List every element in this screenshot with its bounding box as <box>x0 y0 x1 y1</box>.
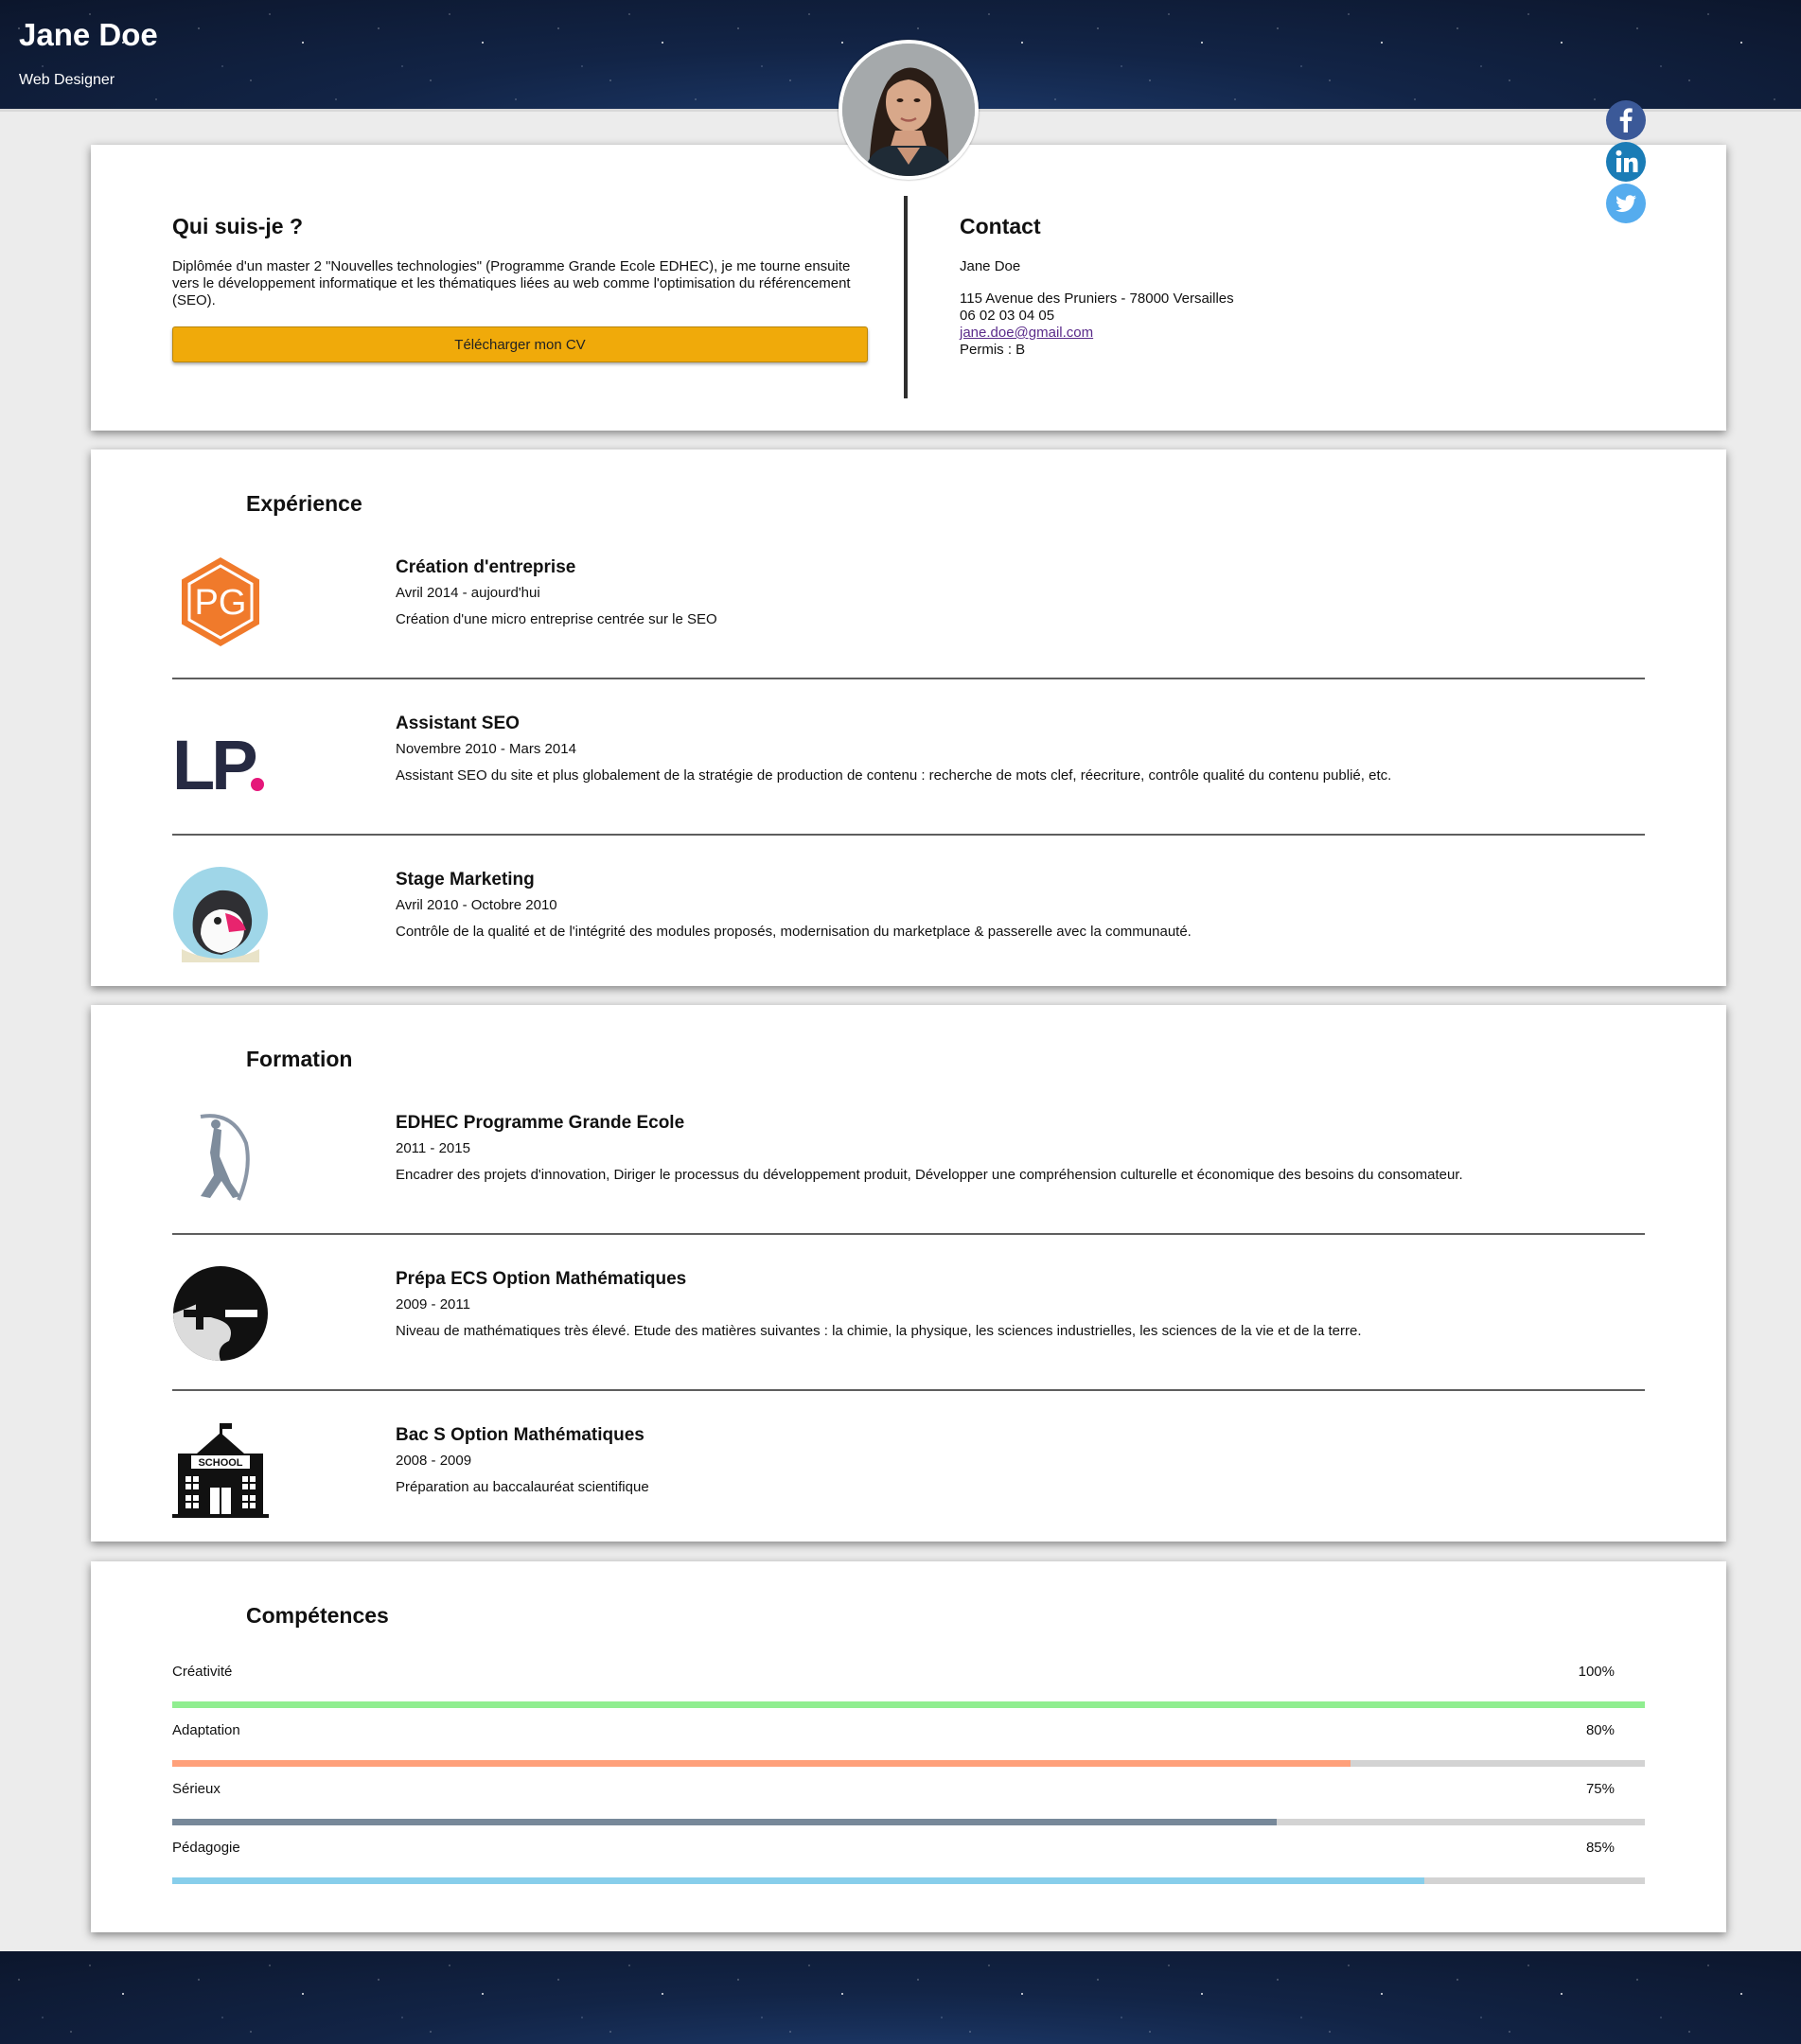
education-dates: 2008 - 2009 <box>396 1453 472 1469</box>
experience-card: Expérience PG Création d'entreprise Avri… <box>91 449 1726 986</box>
experience-title-text: Création d'entreprise <box>396 557 576 577</box>
vertical-divider <box>904 196 908 398</box>
header-name: Jane Doe <box>19 17 158 52</box>
experience-dates: Avril 2010 - Octobre 2010 <box>396 897 557 913</box>
plus-minus-logo <box>172 1265 269 1362</box>
contact-email-link[interactable]: jane.doe@gmail.com <box>960 325 1093 341</box>
skill-label: Sérieux <box>172 1781 221 1797</box>
skill-bar-fill <box>172 1819 1277 1825</box>
school-sign-text: SCHOOL <box>198 1457 242 1469</box>
education-title: Formation <box>246 1047 353 1071</box>
skill-item: Sérieux 75% <box>172 1781 1645 1840</box>
skill-bar-fill <box>172 1760 1351 1767</box>
skill-percent: 75% <box>1585 1781 1615 1797</box>
contact-address: 115 Avenue des Pruniers - 78000 Versaill… <box>960 291 1234 307</box>
svg-text:PG: PG <box>195 583 247 623</box>
skill-label: Créativité <box>172 1664 233 1680</box>
experience-title: Expérience <box>246 491 362 516</box>
education-title-text: Bac S Option Mathématiques <box>396 1425 644 1445</box>
skills-title: Compétences <box>246 1603 389 1628</box>
entry-separator <box>172 834 1645 836</box>
education-item: Prépa ECS Option Mathématiques 2009 - 20… <box>172 1265 1645 1421</box>
skill-bar-track <box>172 1877 1645 1884</box>
skill-percent: 85% <box>1585 1840 1615 1856</box>
skill-bar-track <box>172 1760 1645 1767</box>
education-dates: 2011 - 2015 <box>396 1140 470 1156</box>
experience-desc: Contrôle de la qualité et de l'intégrité… <box>396 924 1192 940</box>
skill-item: Pédagogie 85% <box>172 1840 1645 1898</box>
about-contact-card: Qui suis-je ? Diplômée d'un master 2 "No… <box>91 145 1726 431</box>
profile-avatar <box>839 40 979 180</box>
education-desc: Niveau de mathématiques très élevé. Etud… <box>396 1323 1362 1339</box>
skill-item: Créativité 100% <box>172 1664 1645 1722</box>
contact-email-line: jane.doe@gmail.com <box>960 325 1093 342</box>
experience-dates: Novembre 2010 - Mars 2014 <box>396 741 576 757</box>
skills-card: Compétences Créativité 100% Adaptation 8… <box>91 1561 1726 1932</box>
skill-item: Adaptation 80% <box>172 1722 1645 1781</box>
portrait-photo-icon <box>842 44 975 176</box>
skill-label: Pédagogie <box>172 1840 240 1856</box>
education-item: EDHEC Programme Grande Ecole 2011 - 2015… <box>172 1109 1645 1265</box>
experience-desc: Création d'une micro entreprise centrée … <box>396 611 717 627</box>
entry-separator <box>172 1233 1645 1235</box>
contact-license: Permis : B <box>960 342 1026 358</box>
experience-title-text: Stage Marketing <box>396 870 535 890</box>
download-cv-button[interactable]: Télécharger mon CV <box>172 326 868 362</box>
experience-item: LP Assistant SEO Novembre 2010 - Mars 20… <box>172 710 1645 866</box>
twitter-icon[interactable] <box>1606 184 1646 223</box>
pg-hexagon-logo: PG <box>172 554 269 650</box>
skill-bar-fill <box>172 1877 1424 1884</box>
experience-dates: Avril 2014 - aujourd'hui <box>396 585 540 601</box>
site-footer <box>0 1951 1801 2044</box>
experience-item: PG Création d'entreprise Avril 2014 - au… <box>172 554 1645 710</box>
experience-desc: Assistant SEO du site et plus globalemen… <box>396 767 1392 784</box>
experience-title-text: Assistant SEO <box>396 714 520 733</box>
lp-logo: LP <box>172 710 269 806</box>
entry-separator <box>172 678 1645 679</box>
contact-name: Jane Doe <box>960 258 1021 274</box>
education-title-text: Prépa ECS Option Mathématiques <box>396 1269 687 1289</box>
education-item: SCHOOL Bac S Option Mathématiques 2008 -… <box>172 1421 1645 1577</box>
skill-bar-fill <box>172 1701 1645 1708</box>
skill-bar-track <box>172 1701 1645 1708</box>
linkedin-icon[interactable] <box>1606 142 1646 182</box>
puffin-logo <box>172 866 269 962</box>
skill-bar-track <box>172 1819 1645 1825</box>
about-title: Qui suis-je ? <box>172 214 304 238</box>
skill-percent: 100% <box>1578 1664 1615 1680</box>
school-building-icon: SCHOOL <box>172 1421 269 1518</box>
skill-percent: 80% <box>1585 1722 1615 1738</box>
education-title-text: EDHEC Programme Grande Ecole <box>396 1113 685 1133</box>
experience-item: Stage Marketing Avril 2010 - Octobre 201… <box>172 866 1645 1022</box>
header-role: Web Designer <box>19 72 115 88</box>
svg-text:LP: LP <box>172 726 256 804</box>
education-dates: 2009 - 2011 <box>396 1296 470 1313</box>
skill-label: Adaptation <box>172 1722 240 1738</box>
about-text: Diplômée d'un master 2 "Nouvelles techno… <box>172 258 851 308</box>
contact-phone: 06 02 03 04 05 <box>960 308 1055 324</box>
education-card: Formation EDHEC Programme Grande Ecole 2… <box>91 1005 1726 1542</box>
facebook-icon[interactable] <box>1606 100 1646 140</box>
education-desc: Préparation au baccalauréat scientifique <box>396 1479 649 1495</box>
education-desc: Encadrer des projets d'innovation, Dirig… <box>396 1167 1463 1183</box>
edhec-statue-logo <box>172 1109 269 1206</box>
entry-separator <box>172 1389 1645 1391</box>
contact-title: Contact <box>960 214 1041 238</box>
